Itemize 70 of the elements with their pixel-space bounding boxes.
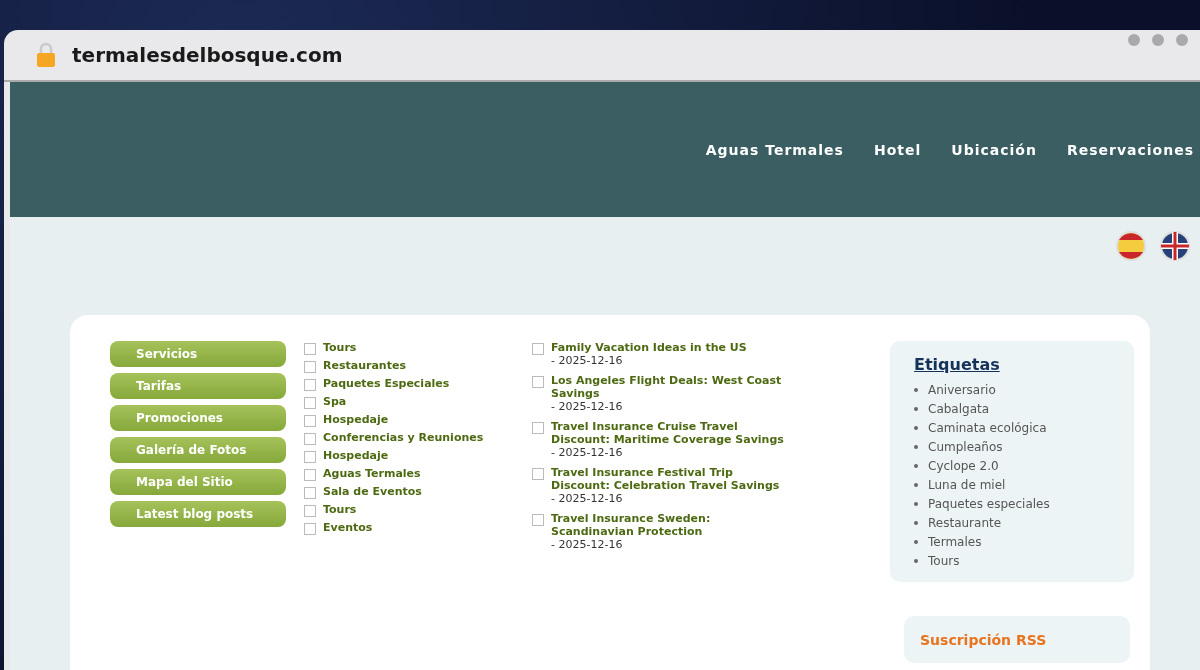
bullet-icon (914, 426, 918, 430)
menu-item[interactable]: Sala de Eventos (323, 485, 422, 498)
checkbox[interactable] (304, 451, 316, 463)
blog-post-link[interactable]: Los Angeles Flight Deals: West Coast Savings (551, 374, 792, 400)
window-dot[interactable] (1128, 34, 1140, 46)
tag-link[interactable]: Cabalgata (928, 402, 990, 416)
checkbox[interactable] (532, 376, 544, 388)
window-dot[interactable] (1176, 34, 1188, 46)
blog-post-link[interactable]: Travel Insurance Festival Trip Discount: Celebration Travel Savings (551, 466, 792, 492)
menu-item[interactable]: Hospedaje (323, 413, 389, 426)
checkbox[interactable] (304, 379, 316, 391)
blog-post-link[interactable]: Travel Insurance Sweden: Scandinavian Protection (551, 512, 792, 538)
post-date: - 2025-12-16 (551, 492, 624, 505)
checkbox[interactable] (304, 433, 316, 445)
menu-item[interactable]: Aguas Termales (323, 467, 421, 480)
bullet-icon (914, 407, 918, 411)
tag-link[interactable]: Aniversario (928, 383, 996, 397)
menu-item[interactable]: Eventos (323, 521, 373, 534)
post-date: - 2025-12-16 (551, 446, 624, 459)
bullet-icon (914, 445, 918, 449)
checkbox[interactable] (304, 361, 316, 373)
checkbox[interactable] (304, 487, 316, 499)
rss-heading: Suscripción RSS (920, 632, 1047, 648)
checkbox[interactable] (532, 468, 544, 480)
nav-link[interactable]: Aguas Termales (705, 141, 844, 158)
bullet-icon (914, 388, 918, 392)
menu-item[interactable]: Tours (323, 503, 357, 516)
checkbox[interactable] (532, 514, 544, 526)
uk-flag-icon[interactable] (1160, 231, 1190, 261)
bullet-icon (914, 559, 918, 563)
address-text[interactable]: termalesdelbosque.com (72, 43, 343, 67)
tag-link[interactable]: Cumpleaños (928, 440, 1003, 454)
nav-link[interactable]: Ubicación (951, 141, 1037, 158)
menu-item[interactable]: Conferencias y Reuniones (323, 431, 484, 444)
blog-post-link[interactable]: Travel Insurance Cruise Travel Discount: Maritime Coverage Savings (551, 420, 792, 446)
spain-flag-icon[interactable] (1116, 231, 1146, 261)
nav-link[interactable]: Hotel (873, 141, 922, 158)
menu-item[interactable]: Paquetes Especiales (323, 377, 450, 390)
menu-item[interactable]: Restaurantes (323, 359, 406, 372)
checkbox[interactable] (532, 343, 544, 355)
checkbox[interactable] (532, 422, 544, 434)
checkbox[interactable] (304, 505, 316, 517)
bullet-icon (914, 540, 918, 544)
window-dot[interactable] (1152, 34, 1164, 46)
checkbox[interactable] (304, 415, 316, 427)
tag-link[interactable]: Luna de miel (928, 478, 1006, 492)
post-date: - 2025-12-16 (551, 400, 624, 413)
tags-heading[interactable]: Etiquetas (914, 355, 1000, 374)
checkbox[interactable] (304, 523, 316, 535)
checkbox[interactable] (304, 397, 316, 409)
menu-item[interactable]: Hospedaje (323, 449, 389, 462)
tag-link[interactable]: Restaurante (928, 516, 1002, 530)
bullet-icon (914, 483, 918, 487)
checkbox[interactable] (304, 469, 316, 481)
menu-item[interactable]: Tours (323, 341, 357, 354)
bullet-icon (914, 464, 918, 468)
bullet-icon (914, 502, 918, 506)
checkbox[interactable] (304, 343, 316, 355)
post-date: - 2025-12-16 (551, 538, 624, 551)
tag-link[interactable]: Caminata ecológica (928, 421, 1047, 435)
bullet-icon (914, 521, 918, 525)
tag-link[interactable]: Termales (928, 535, 982, 549)
nav-link[interactable]: Reservaciones (1066, 141, 1194, 158)
blog-post-link[interactable]: Family Vacation Ideas in the US (551, 341, 747, 354)
tag-link[interactable]: Tours (928, 554, 960, 568)
padlock-icon (36, 42, 56, 68)
tag-link[interactable]: Paquetes especiales (928, 497, 1050, 511)
menu-item[interactable]: Spa (323, 395, 347, 408)
tag-link[interactable]: Cyclope 2.0 (928, 459, 999, 473)
post-date: - 2025-12-16 (551, 354, 624, 367)
